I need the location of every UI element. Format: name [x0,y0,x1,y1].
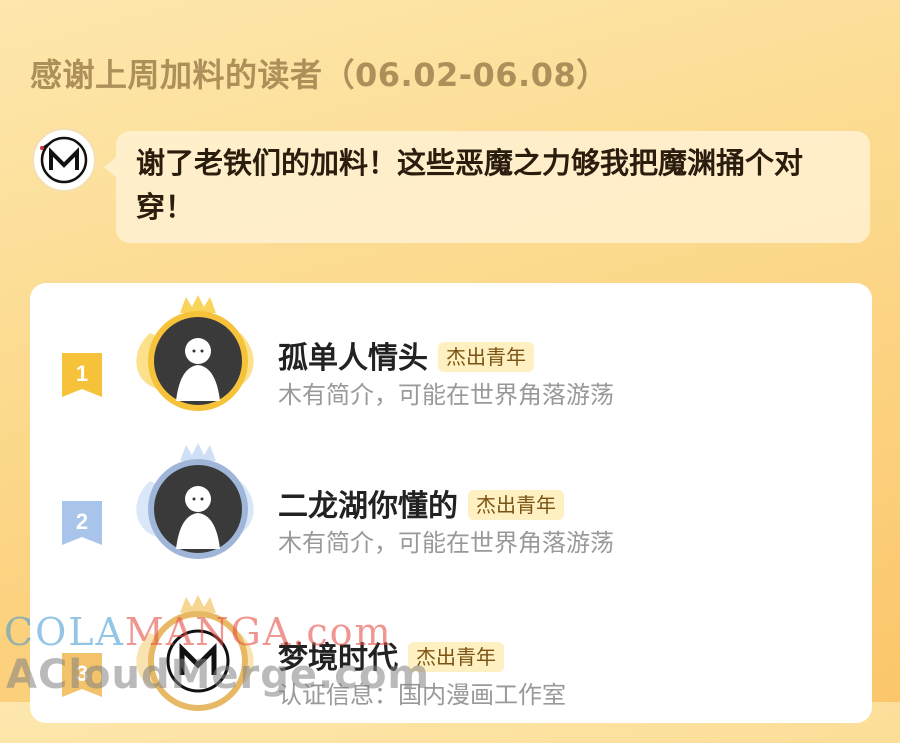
reader-name[interactable]: 孤单人情头 杰出青年 [278,333,534,377]
silver-crown-avatar-icon [136,443,254,559]
rank-ribbon-icon: 3 [62,653,102,697]
reader-description: 木有简介，可能在世界角落游荡 [278,381,614,409]
rank-ribbon-icon: 1 [62,353,102,397]
title-badge: 杰出青年 [438,342,534,372]
reader-name[interactable]: 二龙湖你懂的 杰出青年 [278,481,564,525]
m-logo-icon [40,136,88,184]
rank-number: 1 [76,361,88,386]
ranking-row[interactable]: 1 孤单人情头 杰出青年 木有简介，可能在世界角落游荡 [30,293,872,443]
reader-description: 木有简介，可能在世界角落游荡 [278,529,614,557]
ranking-row[interactable]: 2 二龙湖你懂的 杰出青年 木有简介，可能在世界角落游荡 [30,441,872,591]
page-title: 感谢上周加料的读者（06.02-06.08） [30,56,609,94]
ranking-row[interactable]: 3 梦境时代 杰出青年 认证信息：国内漫画工作室 [30,593,872,743]
gold-crown-avatar-icon [136,295,254,411]
reader-description: 认证信息：国内漫画工作室 [278,681,566,709]
title-badge: 杰出青年 [408,642,504,672]
reader-name-text: 孤单人情头 [278,341,428,376]
rank-ribbon-icon: 2 [62,501,102,545]
author-message-text: 谢了老铁们的加料！这些恶魔之力够我把魔渊捅个对穿！ [136,146,804,224]
title-badge: 杰出青年 [468,490,564,520]
author-avatar[interactable] [32,128,96,192]
reader-name-text: 梦境时代 [278,641,398,676]
rank-number: 2 [76,509,88,534]
rank-number: 3 [76,661,88,686]
reader-name-text: 二龙湖你懂的 [278,489,458,524]
reader-name[interactable]: 梦境时代 杰出青年 [278,633,504,677]
bronze-crown-avatar-icon [136,595,254,711]
author-message-bubble: 谢了老铁们的加料！这些恶魔之力够我把魔渊捅个对穿！ [104,131,870,243]
reader-ranking-card: 1 孤单人情头 杰出青年 木有简介，可能在世界角落游荡 2 二龙湖你懂的 杰出青… [30,283,872,723]
